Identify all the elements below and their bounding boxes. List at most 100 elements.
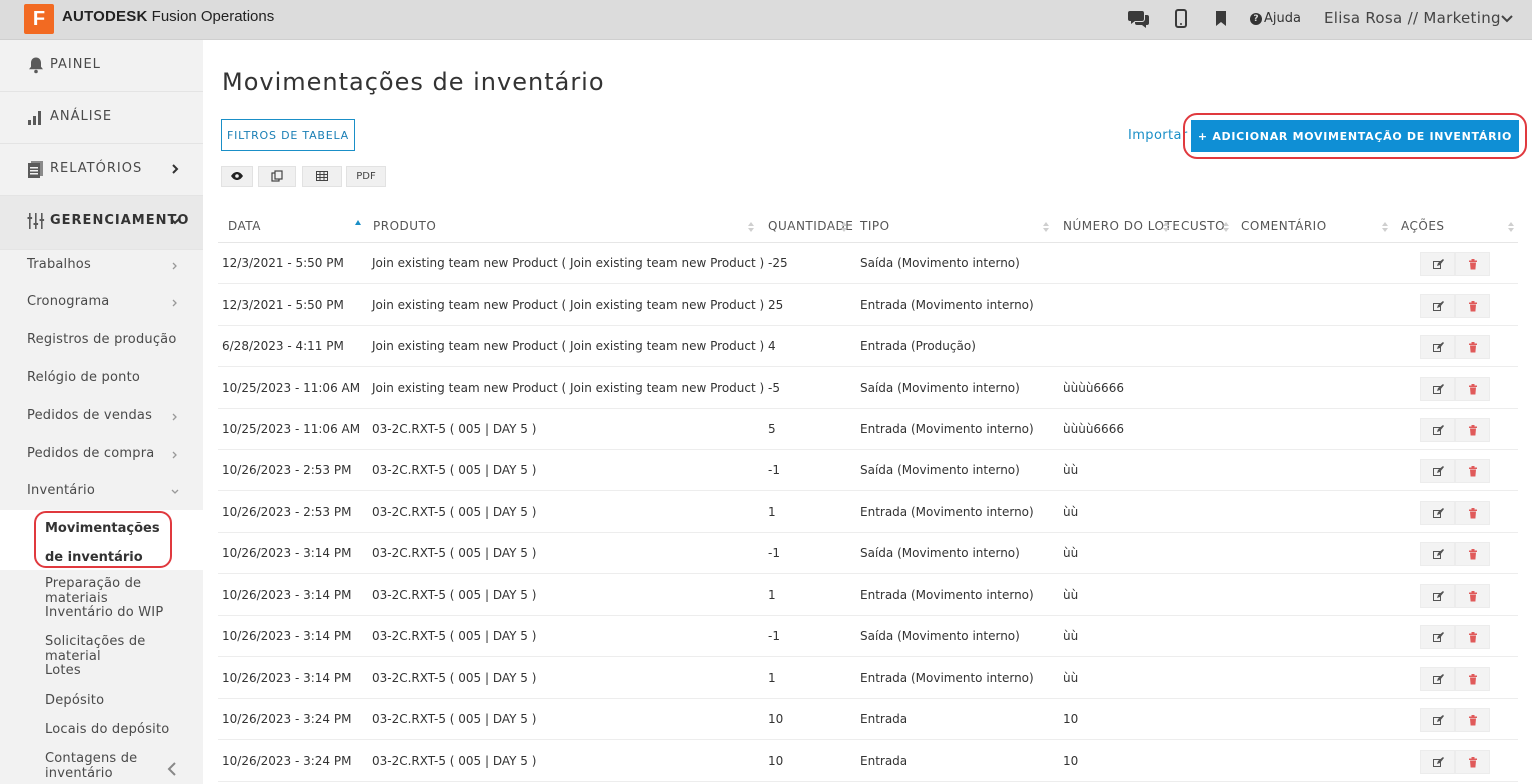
column-header-comentario[interactable]: COMENTÁRIO	[1241, 219, 1327, 233]
import-link[interactable]: Importar	[1128, 128, 1188, 143]
sidebar-item-lotes[interactable]: Lotes	[45, 663, 81, 678]
sort-icon[interactable]	[1162, 221, 1170, 233]
export-excel-button[interactable]	[302, 166, 342, 187]
mobile-icon[interactable]	[1170, 8, 1192, 30]
edit-button[interactable]	[1420, 584, 1455, 608]
cell-lot: ùù	[1063, 671, 1079, 685]
column-header-tipo[interactable]: TIPO	[860, 219, 890, 233]
sort-asc-icon[interactable]	[354, 219, 362, 231]
sidebar-item-locais-deposito[interactable]: Locais do depósito	[45, 722, 169, 737]
cell-product: 03-2C.RXT-5 ( 005 | DAY 5 )	[372, 505, 537, 519]
sort-icon[interactable]	[1222, 221, 1230, 233]
edit-button[interactable]	[1420, 252, 1455, 276]
cell-type: Saída (Movimento interno)	[860, 381, 1020, 395]
trash-icon	[1469, 508, 1477, 519]
sidebar-sub-pedidos-vendas[interactable]: Pedidos de vendas	[27, 408, 152, 423]
table-icon	[316, 171, 328, 181]
edit-button[interactable]	[1420, 377, 1455, 401]
sidebar-item-label: RELATÓRIOS	[50, 161, 143, 176]
table-row: 6/28/2023 - 4:11 PM Join existing team n…	[218, 326, 1518, 367]
cell-lot: ùù	[1063, 629, 1079, 643]
copy-button[interactable]	[258, 166, 296, 187]
cell-date: 6/28/2023 - 4:11 PM	[222, 339, 344, 353]
edit-button[interactable]	[1420, 542, 1455, 566]
sidebar-item-deposito[interactable]: Depósito	[45, 693, 104, 708]
sort-icon[interactable]	[840, 221, 848, 233]
cell-product: Join existing team new Product ( Join ex…	[372, 298, 765, 312]
edit-button[interactable]	[1420, 667, 1455, 691]
question-icon: ?	[1250, 13, 1262, 25]
sort-icon[interactable]	[747, 221, 755, 233]
sidebar-item-relatorios[interactable]: RELATÓRIOS	[0, 144, 203, 196]
chat-icon[interactable]	[1128, 8, 1150, 30]
cell-quantity: 10	[768, 754, 784, 768]
eye-icon	[231, 172, 243, 180]
edit-icon	[1433, 342, 1444, 352]
fusion-logo[interactable]: F	[24, 4, 54, 34]
delete-button[interactable]	[1455, 667, 1490, 691]
table-row: 10/26/2023 - 3:14 PM 03-2C.RXT-5 ( 005 |…	[218, 658, 1518, 699]
sort-icon[interactable]	[1042, 221, 1050, 233]
cell-date: 10/25/2023 - 11:06 AM	[222, 422, 361, 436]
cell-product: 03-2C.RXT-5 ( 005 | DAY 5 )	[372, 422, 537, 436]
delete-button[interactable]	[1455, 252, 1490, 276]
delete-button[interactable]	[1455, 708, 1490, 732]
sidebar-sub-registros-producao[interactable]: Registros de produção	[27, 332, 177, 347]
sidebar-sub-relogio-ponto[interactable]: Relógio de ponto	[27, 370, 140, 385]
sidebar-item-analise[interactable]: ANÁLISE	[0, 92, 203, 144]
edit-button[interactable]	[1420, 459, 1455, 483]
edit-button[interactable]	[1420, 625, 1455, 649]
bookmark-icon[interactable]	[1210, 8, 1232, 30]
trash-icon	[1469, 259, 1477, 270]
delete-button[interactable]	[1455, 501, 1490, 525]
sidebar-item-gerenciamento[interactable]: GERENCIAMENTO	[0, 196, 203, 250]
cell-lot: ùùùù6666	[1063, 422, 1124, 436]
edit-button[interactable]	[1420, 335, 1455, 359]
bell-icon	[29, 57, 43, 74]
column-header-produto[interactable]: PRODUTO	[373, 219, 436, 233]
table-row: 10/26/2023 - 3:14 PM 03-2C.RXT-5 ( 005 |…	[218, 575, 1518, 616]
sidebar-item-label: ANÁLISE	[50, 109, 113, 124]
delete-button[interactable]	[1455, 625, 1490, 649]
column-header-data[interactable]: DATA	[228, 219, 261, 233]
edit-button[interactable]	[1420, 418, 1455, 442]
delete-button[interactable]	[1455, 377, 1490, 401]
sort-icon[interactable]	[1381, 221, 1389, 233]
cell-quantity: -1	[768, 463, 780, 477]
sidebar-item-preparacao-materiais[interactable]: Preparação de materiais	[45, 576, 203, 606]
chevron-down-icon[interactable]	[1500, 12, 1514, 26]
delete-button[interactable]	[1455, 335, 1490, 359]
delete-button[interactable]	[1455, 584, 1490, 608]
delete-button[interactable]	[1455, 294, 1490, 318]
sort-icon[interactable]	[1507, 221, 1515, 233]
edit-button[interactable]	[1420, 501, 1455, 525]
table-row: 10/25/2023 - 11:06 AM Join existing team…	[218, 368, 1518, 409]
delete-button[interactable]	[1455, 459, 1490, 483]
export-pdf-button[interactable]: PDF	[346, 166, 386, 187]
sidebar-item-contagens-inventario[interactable]: Contagens de inventário	[45, 751, 203, 781]
column-header-acoes: AÇÕES	[1401, 219, 1445, 233]
toggle-columns-button[interactable]	[221, 166, 253, 187]
sidebar-sub-inventario[interactable]: Inventário	[27, 483, 95, 498]
sidebar-item-inventario-wip[interactable]: Inventário do WIP	[45, 605, 163, 620]
table-filters-button[interactable]: FILTROS DE TABELA	[221, 119, 355, 151]
chevron-right-icon	[172, 262, 177, 270]
user-menu[interactable]: Elisa Rosa // Marketing	[1324, 9, 1501, 27]
edit-button[interactable]	[1420, 750, 1455, 774]
sidebar-sub-pedidos-compra[interactable]: Pedidos de compra	[27, 446, 154, 461]
sidebar-sub-trabalhos[interactable]: Trabalhos	[27, 257, 91, 272]
sidebar-sub-cronograma[interactable]: Cronograma	[27, 294, 109, 309]
sidebar-item-solicitacoes-material[interactable]: Solicitações de material	[45, 634, 203, 664]
edit-button[interactable]	[1420, 708, 1455, 732]
cell-date: 10/26/2023 - 3:14 PM	[222, 546, 352, 560]
brand-name: AUTODESK Fusion Operations	[62, 8, 274, 25]
delete-button[interactable]	[1455, 418, 1490, 442]
table-row: 10/26/2023 - 3:14 PM 03-2C.RXT-5 ( 005 |…	[218, 533, 1518, 574]
help-link[interactable]: ? Ajuda	[1250, 11, 1301, 26]
edit-button[interactable]	[1420, 294, 1455, 318]
sidebar-item-painel[interactable]: PAINEL	[0, 40, 203, 92]
column-header-custo[interactable]: CUSTO	[1181, 219, 1225, 233]
delete-button[interactable]	[1455, 542, 1490, 566]
collapse-sidebar-icon[interactable]	[166, 762, 178, 776]
delete-button[interactable]	[1455, 750, 1490, 774]
